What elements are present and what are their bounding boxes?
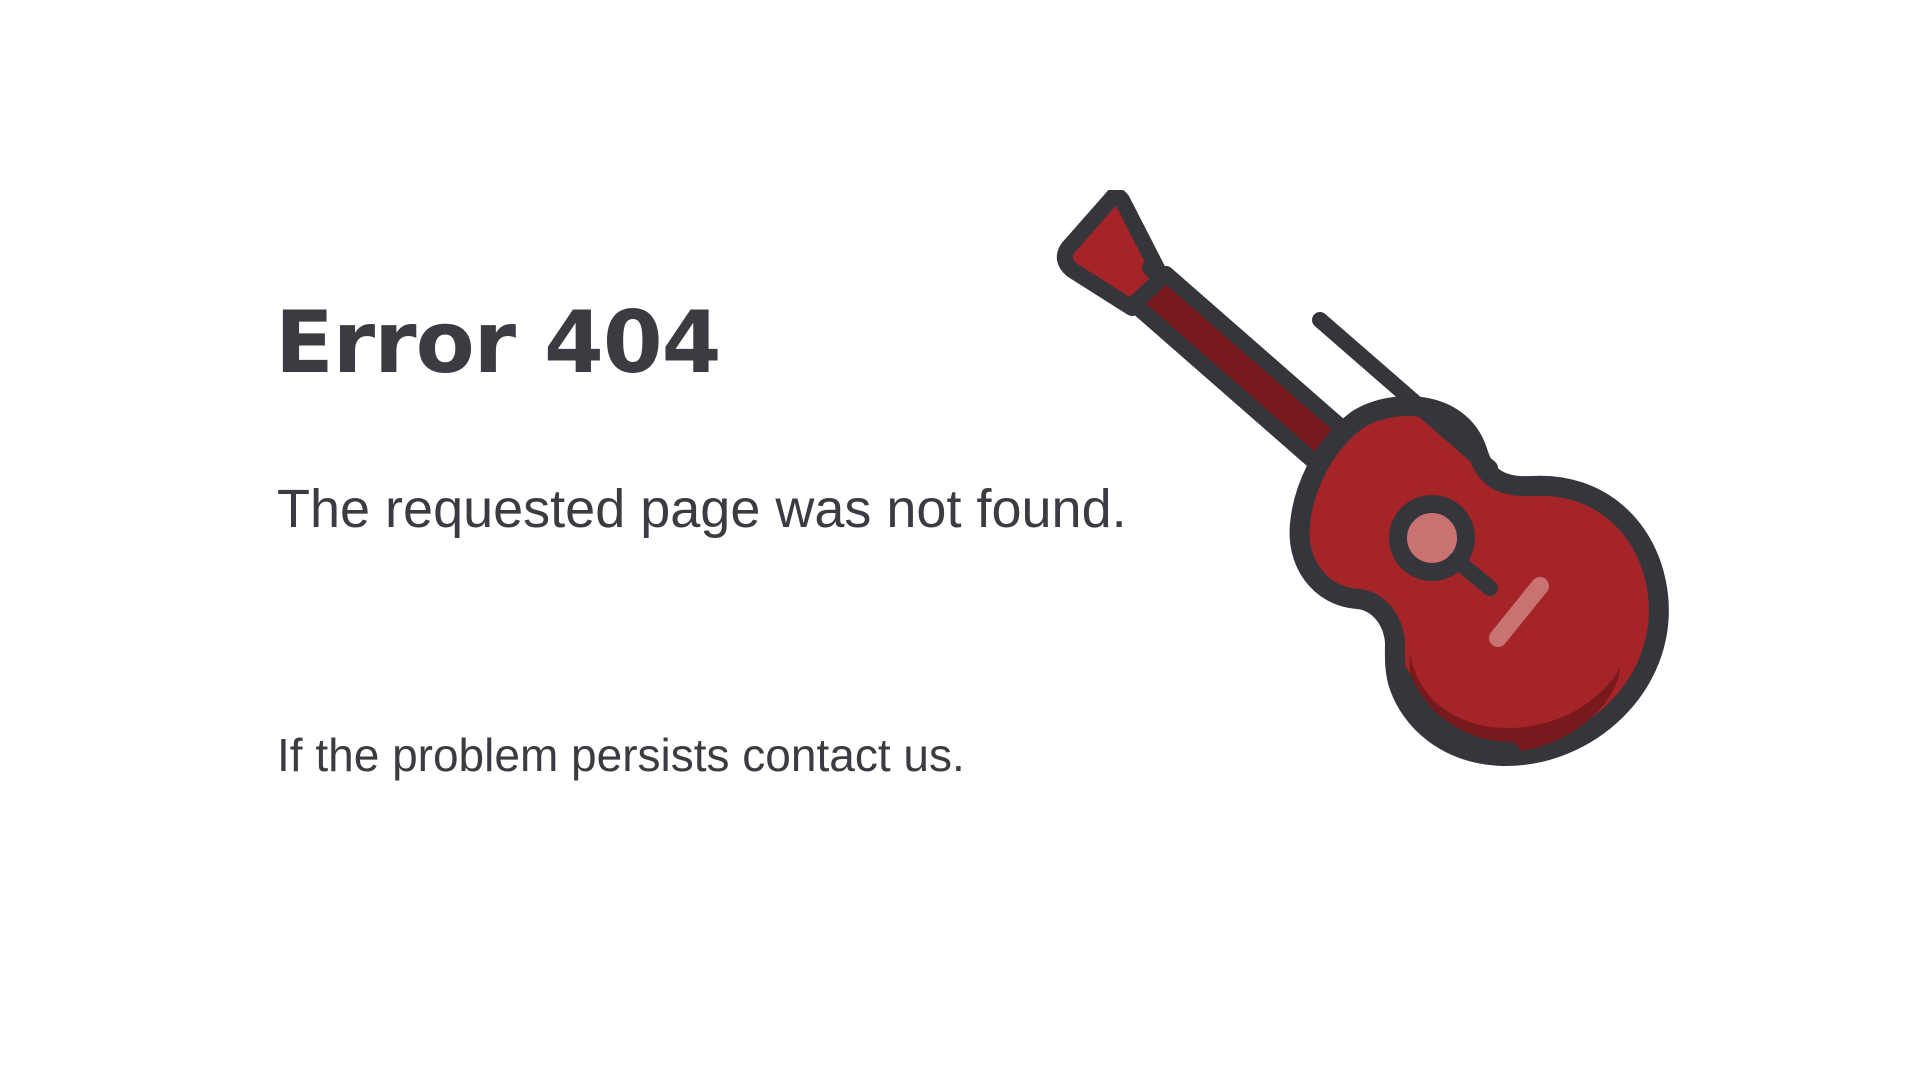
guitar-icon	[1056, 187, 1669, 767]
guitar-illustration	[1040, 187, 1680, 770]
contact-message: If the problem persists contact us.	[277, 729, 965, 781]
error-message: The requested page was not found.	[277, 479, 1127, 539]
